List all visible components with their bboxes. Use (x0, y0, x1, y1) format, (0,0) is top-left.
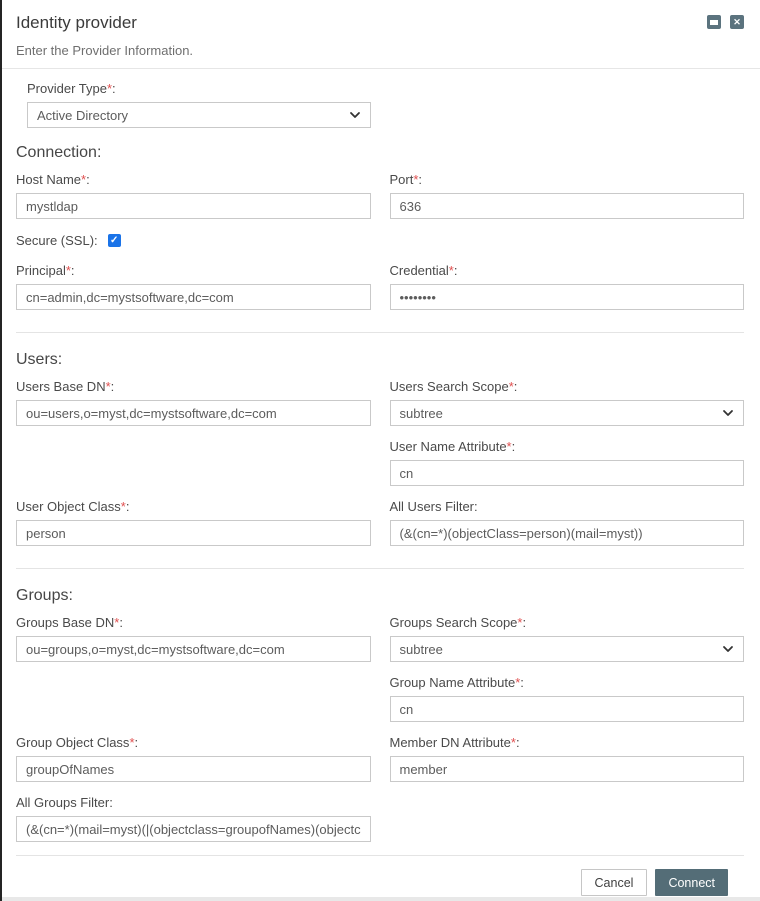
chevron-down-icon (722, 643, 734, 655)
all-groups-filter-label: All Groups Filter: (16, 795, 371, 810)
connect-button[interactable]: Connect (655, 869, 728, 896)
user-name-attribute-label: User Name Attribute*: (390, 439, 745, 454)
group-object-class-input[interactable] (16, 756, 371, 782)
section-divider (16, 568, 744, 569)
host-name-label: Host Name*: (16, 172, 371, 187)
dialog-footer: Cancel Connect (16, 855, 744, 897)
section-groups-heading: Groups: (16, 586, 744, 605)
group-name-attribute-input[interactable] (390, 696, 745, 722)
credential-label: Credential*: (390, 263, 745, 278)
section-connection-heading: Connection: (16, 143, 744, 162)
group-object-class-label: Group Object Class*: (16, 735, 371, 750)
users-base-dn-label: Users Base DN*: (16, 379, 371, 394)
user-object-class-input[interactable] (16, 520, 371, 546)
provider-type-label: Provider Type*: (27, 81, 371, 96)
secure-ssl-row: Secure (SSL): ✓ (16, 233, 744, 248)
group-class-member-row: Group Object Class*: Member DN Attribute… (16, 735, 744, 782)
users-search-scope-select[interactable]: subtree (390, 400, 745, 426)
user-object-class-label: User Object Class*: (16, 499, 371, 514)
all-groups-filter-input[interactable] (16, 816, 371, 842)
secure-ssl-label: Secure (SSL): (16, 233, 98, 248)
close-icon[interactable]: ✕ (730, 15, 744, 29)
port-input[interactable] (390, 193, 745, 219)
section-users-heading: Users: (16, 350, 744, 369)
credential-input[interactable] (390, 284, 745, 310)
page-left-edge (0, 0, 2, 901)
groups-search-scope-select[interactable]: subtree (390, 636, 745, 662)
user-class-filter-row: User Object Class*: All Users Filter: (16, 499, 744, 546)
chevron-down-icon (722, 407, 734, 419)
host-name-input[interactable] (16, 193, 371, 219)
chevron-down-icon (349, 109, 361, 121)
dialog-subtitle: Enter the Provider Information. (16, 43, 744, 58)
groups-basedn-scope-row: Groups Base DN*: Groups Search Scope*: s… (16, 615, 744, 662)
port-label: Port*: (390, 172, 745, 187)
group-name-attribute-label: Group Name Attribute*: (390, 675, 745, 690)
groups-base-dn-input[interactable] (16, 636, 371, 662)
window-controls: ✕ (707, 15, 744, 29)
all-users-filter-input[interactable] (390, 520, 745, 546)
host-port-row: Host Name*: Port*: (16, 172, 744, 219)
page-title: Identity provider (16, 12, 707, 34)
principal-label: Principal*: (16, 263, 371, 278)
cancel-button[interactable]: Cancel (581, 869, 648, 896)
user-name-attribute-input[interactable] (390, 460, 745, 486)
page-bottom-strip (0, 897, 760, 901)
groups-search-scope-label: Groups Search Scope*: (390, 615, 745, 630)
provider-type-row: Provider Type*: Active Directory (16, 81, 744, 128)
users-search-scope-label: Users Search Scope*: (390, 379, 745, 394)
dialog-body: Provider Type*: Active Directory Connect… (2, 69, 760, 897)
member-dn-attribute-label: Member DN Attribute*: (390, 735, 745, 750)
principal-input[interactable] (16, 284, 371, 310)
users-base-dn-input[interactable] (16, 400, 371, 426)
secure-ssl-checkbox[interactable]: ✓ (108, 234, 121, 247)
check-icon: ✓ (110, 236, 118, 246)
group-name-attribute-row: Group Name Attribute*: (16, 675, 744, 722)
user-name-attribute-row: User Name Attribute*: (16, 439, 744, 486)
dialog-header: Identity provider ✕ Enter the Provider I… (2, 0, 760, 69)
all-groups-filter-row: All Groups Filter: (16, 795, 744, 842)
principal-credential-row: Principal*: Credential*: (16, 263, 744, 310)
section-divider (16, 332, 744, 333)
identity-provider-dialog: Identity provider ✕ Enter the Provider I… (2, 0, 760, 897)
provider-type-select[interactable]: Active Directory (27, 102, 371, 128)
restore-window-icon[interactable] (707, 15, 721, 29)
groups-base-dn-label: Groups Base DN*: (16, 615, 371, 630)
member-dn-attribute-input[interactable] (390, 756, 745, 782)
users-basedn-scope-row: Users Base DN*: Users Search Scope*: sub… (16, 379, 744, 426)
all-users-filter-label: All Users Filter: (390, 499, 745, 514)
